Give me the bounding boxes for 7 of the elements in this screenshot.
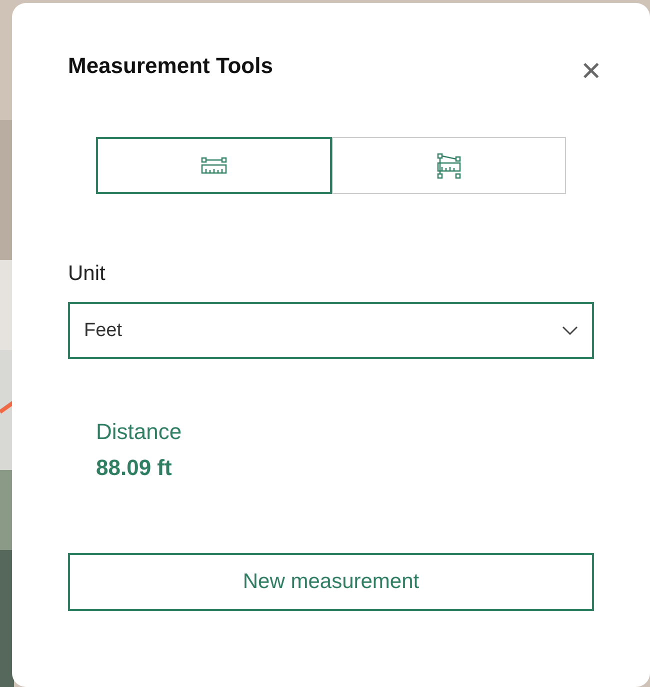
new-measurement-button[interactable]: New measurement bbox=[68, 553, 594, 611]
unit-label: Unit bbox=[68, 262, 106, 286]
panel-title: Measurement Tools bbox=[68, 53, 273, 79]
close-button[interactable]: ✕ bbox=[580, 59, 602, 85]
result-value: 88.09 ft bbox=[96, 455, 172, 481]
unit-dropdown[interactable]: Feet bbox=[68, 302, 594, 359]
result-label: Distance bbox=[96, 419, 183, 445]
